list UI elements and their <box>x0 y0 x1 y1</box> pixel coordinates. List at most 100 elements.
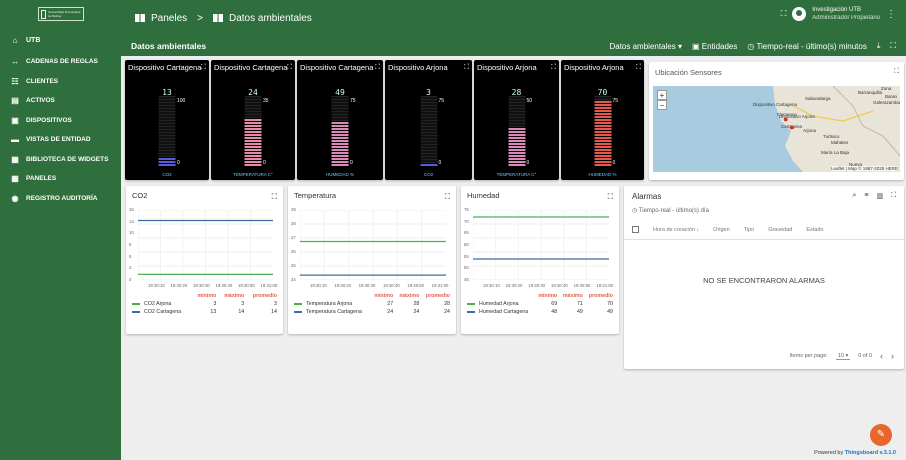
sidebar-item-6[interactable]: ▦ BIBLIOTECA DE WIDGETS <box>0 150 121 170</box>
footer-brand[interactable]: Thingsboard v.3.1.0 <box>845 450 896 456</box>
alarm-column-header[interactable]: Gravedad <box>768 227 792 233</box>
fullscreen-icon[interactable]: ⛶ <box>201 63 206 72</box>
devices-icon: ▣ <box>11 115 19 125</box>
map-fullscreen-icon[interactable]: ⛶ <box>894 68 899 76</box>
x-tick: 19:31:00 <box>431 283 449 288</box>
per-page-select[interactable]: 10 ▾ <box>835 353 851 360</box>
fullscreen-icon[interactable]: ⛶ <box>636 63 641 72</box>
fullscreen-icon[interactable]: ⛶ <box>608 192 613 202</box>
legend-min: 13 <box>210 309 217 315</box>
sidebar-item-1[interactable]: ↔ CADENAS DE REGLAS <box>0 52 121 72</box>
columns-icon[interactable]: ▥ <box>876 192 883 200</box>
legend-row[interactable]: Humedad Cartagena 48 49 49 <box>465 308 615 316</box>
avatar[interactable] <box>792 7 807 21</box>
legend-head-max: máximo <box>224 293 245 299</box>
select-all-checkbox[interactable] <box>632 226 639 233</box>
fullscreen-icon[interactable]: ⛶ <box>272 192 277 202</box>
fullscreen-icon[interactable]: ⛶ <box>375 63 380 72</box>
legend-name: CO2 Arjona <box>144 301 172 307</box>
more-vert-icon[interactable]: ⋮ <box>886 9 896 20</box>
fullscreen-icon[interactable]: ⛶ <box>287 63 292 72</box>
state-select[interactable]: Datos ambientales ▾ <box>609 42 682 51</box>
timewindow-button[interactable]: ◷ Tiempo-real - último(s) minutos <box>747 42 866 51</box>
footer: Powered by Thingsboard v.3.1.0 <box>814 450 896 456</box>
y-tick: 15 <box>129 207 134 212</box>
logo[interactable]: Universidad Tecnológica de Bolívar <box>0 0 121 28</box>
alarm-column-header[interactable]: Origen <box>713 227 730 233</box>
map-place-label: Turbaco <box>823 134 840 139</box>
fullscreen-icon[interactable]: ⛶ <box>464 63 469 72</box>
gauge-fill <box>420 163 437 166</box>
user-menu[interactable]: ⛶ Investigación UTB Administrador Propiet… <box>781 6 896 22</box>
next-page-icon[interactable]: › <box>891 351 894 361</box>
entities-icon: ▣ <box>691 41 700 51</box>
x-tick: 19:30:50 <box>573 283 591 288</box>
sidebar-item-label: BIBLIOTECA DE WIDGETS <box>26 155 109 163</box>
search-icon[interactable]: ⌕ <box>852 192 856 200</box>
alarms-widget: Alarmas ⌕ ≡ ▥ ⛶ ◷ Tiempo-real - último(s… <box>624 186 904 369</box>
legend-max: 24 <box>413 309 420 315</box>
fullscreen-icon[interactable]: ⛶ <box>445 192 450 202</box>
filter-icon[interactable]: ≡ <box>864 192 868 200</box>
zoom-out-button[interactable]: − <box>657 100 667 110</box>
x-tick: 19:30:10 <box>148 283 165 288</box>
fullscreen-dashboard-icon[interactable]: ⛶ <box>890 41 896 51</box>
fullscreen-icon[interactable]: ⛶ <box>551 63 556 72</box>
alarms-fullscreen-icon[interactable]: ⛶ <box>891 192 896 200</box>
chart-title: Temperatura <box>294 191 337 200</box>
y-tick: 3 <box>129 265 132 271</box>
legend-swatch <box>132 302 140 305</box>
legend-row[interactable]: Temperatura Cartagena 24 24 24 <box>292 308 452 316</box>
page-range: 0 of 0 <box>858 353 872 359</box>
x-tick: 19:31:00 <box>596 283 614 288</box>
y-tick: 28 <box>291 221 296 226</box>
sidebar-item-label: ACTIVOS <box>26 97 55 105</box>
device-caption: TEMPERATURA C° <box>496 172 537 177</box>
alarm-column-header[interactable]: Tipo <box>744 227 755 233</box>
map-widget: Ubicación Sensores ⛶ + − Dispositivo Car… <box>649 62 904 180</box>
legend-row[interactable]: Temperatura Arjona 27 28 28 <box>292 300 452 308</box>
y-tick: 50 <box>464 265 469 271</box>
legend-avg: 49 <box>607 309 613 315</box>
legend-min: 27 <box>387 301 394 307</box>
legend-row[interactable]: CO2 Cartagena 13 14 14 <box>130 308 279 316</box>
widgets-icon: ▦ <box>11 154 19 164</box>
gauge-fill <box>594 100 611 166</box>
gauge-min: 0 <box>438 160 442 166</box>
sidebar-item-3[interactable]: ▤ ACTIVOS <box>0 91 121 111</box>
edit-fab-button[interactable]: ✎ <box>870 424 892 446</box>
zoom-in-button[interactable]: + <box>657 90 667 100</box>
fullscreen-icon[interactable]: ⛶ <box>781 9 787 19</box>
sidebar-item-label: CLIENTES <box>26 77 59 85</box>
gauge-max: 75 <box>350 98 356 104</box>
prev-page-icon[interactable]: ‹ <box>880 351 883 361</box>
gauge-bar <box>420 96 437 166</box>
legend-row[interactable]: CO2 Arjona 3 3 3 <box>130 300 279 308</box>
map-marker-icon[interactable]: ● <box>783 114 788 124</box>
footer-prefix: Powered by <box>814 450 845 456</box>
device-title: Dispositivo Cartagena <box>214 63 288 72</box>
sidebar-item-8[interactable]: ◉ REGISTRO AUDITORÍA <box>0 189 121 209</box>
timeseries-chart: Humedad ⛶ 75 70 65 60 55 50 45 19:30:10 19:30:20 1… <box>461 186 619 334</box>
chart-title: Humedad <box>467 191 500 200</box>
alarm-column-header[interactable]: Hora de creación ↓ <box>653 227 699 233</box>
sidebar-item-0[interactable]: ⌂ UTB <box>0 28 121 52</box>
legend-row[interactable]: Humedad Arjona 69 71 70 <box>465 300 615 308</box>
y-tick: 45 <box>464 277 469 282</box>
map-canvas[interactable]: + − Dispositivo Cartagena Dispositivo Arj… <box>653 86 900 172</box>
legend-name: Temperatura Arjona <box>306 301 353 307</box>
breadcrumb-paneles[interactable]: Paneles <box>151 13 187 24</box>
sidebar-item-2[interactable]: ☷ CLIENTES <box>0 72 121 92</box>
sidebar-item-label: UTB <box>26 36 41 44</box>
sidebar-item-5[interactable]: ▬ VISTAS DE ENTIDAD <box>0 130 121 150</box>
gauge-min: 0 <box>526 160 530 166</box>
download-icon[interactable]: ⤓ <box>877 41 881 51</box>
y-tick: 70 <box>464 218 469 224</box>
entities-button[interactable]: ▣ Entidades <box>692 42 737 51</box>
sidebar-item-label: REGISTRO AUDITORÍA <box>26 194 98 202</box>
sidebar-item-4[interactable]: ▣ DISPOSITIVOS <box>0 111 121 131</box>
sidebar-item-7[interactable]: ▦ PANELES <box>0 169 121 189</box>
map-marker-icon[interactable]: ● <box>789 122 794 132</box>
legend-swatch <box>467 302 475 305</box>
alarm-column-header[interactable]: Estado <box>806 227 823 233</box>
